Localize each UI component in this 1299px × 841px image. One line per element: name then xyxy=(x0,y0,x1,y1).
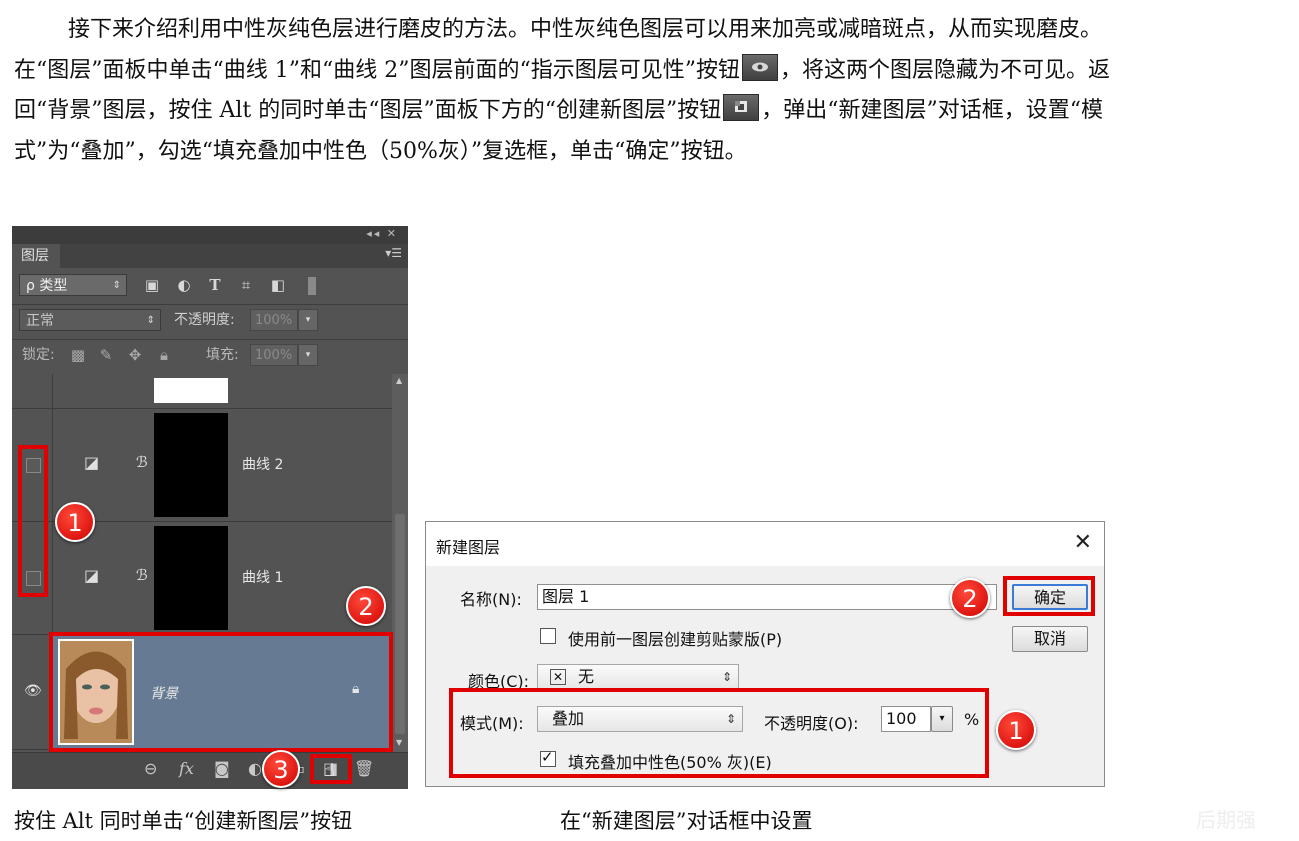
shape-filter-icon[interactable]: ⌗ xyxy=(236,274,256,296)
color-select[interactable]: ✕ 无 ⇕ xyxy=(537,664,739,690)
scroll-down-icon[interactable]: ▼ xyxy=(396,738,402,747)
scroll-up-icon[interactable]: ▲ xyxy=(396,376,402,385)
adjustment-filter-icon[interactable]: ◐ xyxy=(174,274,194,296)
lock-transparent-icon[interactable]: ▩ xyxy=(68,344,88,366)
filter-row: ρ 类型 ⇕ ▣ ◐ T ⌗ ◧ xyxy=(12,272,408,302)
fill-field[interactable]: 100% xyxy=(250,344,298,366)
layer-row-partial[interactable] xyxy=(12,374,392,409)
color-value: 无 xyxy=(578,667,595,686)
divider xyxy=(12,304,408,305)
step-badge: 3 xyxy=(262,750,300,788)
adjustment-layer-icon[interactable]: ◐ xyxy=(248,759,262,778)
chain-link-icon[interactable]: ℬ xyxy=(136,453,148,471)
ok-button-highlight xyxy=(1003,576,1095,616)
panel-menu-icon[interactable]: ▾☰ xyxy=(385,246,402,260)
blend-mode-select[interactable]: 正常 ⇕ xyxy=(19,309,161,331)
layer-mask-thumbnail xyxy=(154,378,228,403)
step-badge: 2 xyxy=(346,586,386,626)
scrollbar-thumb[interactable] xyxy=(395,514,405,734)
fill-label: 填充: xyxy=(206,347,239,363)
collapse-close-icon[interactable]: ◂◂ ✕ xyxy=(366,227,398,240)
add-mask-icon[interactable]: ◙ xyxy=(214,759,230,778)
filter-type-value: ρ 类型 xyxy=(26,278,68,294)
name-label: 名称(N): xyxy=(460,590,522,609)
step-badge: 1 xyxy=(996,710,1036,750)
background-layer-highlight xyxy=(49,632,393,752)
step-badge: 1 xyxy=(55,502,95,542)
new-layer-icon xyxy=(723,94,760,121)
lock-all-icon[interactable]: 🔒︎ xyxy=(154,344,174,366)
layer-mask-thumbnail xyxy=(154,413,228,517)
close-icon[interactable]: ✕ xyxy=(1074,530,1092,555)
dialog-titlebar: 新建图层 ✕ xyxy=(426,522,1104,566)
layers-scrollbar[interactable]: ▲ ▼ xyxy=(392,374,408,752)
layer-name: 曲线 1 xyxy=(242,570,284,586)
dialog-title: 新建图层 xyxy=(436,538,501,557)
visibility-highlight xyxy=(18,445,48,597)
type-filter-icon[interactable]: T xyxy=(205,274,225,296)
curves-adjustment-icon: ◪ xyxy=(84,453,100,472)
lock-label: 锁定: xyxy=(22,347,55,363)
panel-top-bar: ◂◂ ✕ xyxy=(12,226,408,244)
hand-cursor-icon: ☝ xyxy=(324,760,335,781)
lock-pixels-icon[interactable]: ✎ xyxy=(96,344,116,366)
visibility-column: 👁︎ xyxy=(12,635,53,749)
lock-position-icon[interactable]: ✥ xyxy=(125,344,145,366)
smart-object-filter-icon[interactable]: ◧ xyxy=(268,274,288,296)
trash-icon[interactable]: 🗑︎ xyxy=(354,759,374,778)
image-filter-icon[interactable]: ▣ xyxy=(142,274,162,296)
cancel-button[interactable]: 取消 xyxy=(1012,626,1088,652)
updown-icon: ⇕ xyxy=(112,280,121,291)
left-caption: 按住 Alt 同时单击“创建新图层”按钮 xyxy=(14,809,353,833)
opacity-dropdown-icon[interactable]: ▾ xyxy=(298,309,318,331)
filter-type-select[interactable]: ρ 类型 ⇕ xyxy=(19,274,127,296)
layer-name: 曲线 2 xyxy=(242,457,284,473)
filter-toggle-icon[interactable] xyxy=(308,277,316,295)
watermark: 后期强 xyxy=(1196,808,1256,832)
divider xyxy=(12,339,408,340)
right-caption: 在“新建图层”对话框中设置 xyxy=(560,809,813,833)
layer-mask-thumbnail xyxy=(154,526,228,630)
visibility-column xyxy=(12,374,53,408)
panel-tab-bar: 图层 ▾☰ xyxy=(12,244,408,268)
lock-row: 锁定: ▩ ✎ ✥ 🔒︎ 填充: 100% ▾ xyxy=(12,344,408,372)
opacity-field[interactable]: 100% xyxy=(250,309,298,331)
no-color-icon: ✕ xyxy=(550,669,566,685)
clipping-mask-checkbox[interactable] xyxy=(540,628,556,644)
eye-icon xyxy=(741,53,778,81)
clipping-mask-label: 使用前一图层创建剪贴蒙版(P) xyxy=(568,630,783,649)
chain-link-icon[interactable]: ℬ xyxy=(136,566,148,584)
blend-mode-value: 正常 xyxy=(26,313,54,329)
tab-layers[interactable]: 图层 xyxy=(12,244,60,268)
blend-row: 正常 ⇕ 不透明度: 100% ▾ xyxy=(12,308,408,338)
updown-icon: ⇕ xyxy=(721,670,732,684)
instruction-paragraph: 接下来介绍利用中性灰纯色层进行磨皮的方法。中性灰纯色图层可以用来加亮或减暗斑点，… xyxy=(14,10,1129,172)
fx-icon[interactable]: fx xyxy=(179,759,194,778)
eye-icon[interactable]: 👁︎ xyxy=(24,683,42,699)
updown-icon: ⇕ xyxy=(146,315,155,326)
mode-settings-highlight xyxy=(449,688,989,778)
step-badge: 2 xyxy=(950,578,990,618)
opacity-label: 不透明度: xyxy=(174,312,235,328)
fill-dropdown-icon[interactable]: ▾ xyxy=(298,344,318,366)
link-layers-icon[interactable]: ⊖ xyxy=(144,759,157,778)
name-input[interactable]: 图层 1 xyxy=(537,584,997,610)
curves-adjustment-icon: ◪ xyxy=(84,566,100,585)
